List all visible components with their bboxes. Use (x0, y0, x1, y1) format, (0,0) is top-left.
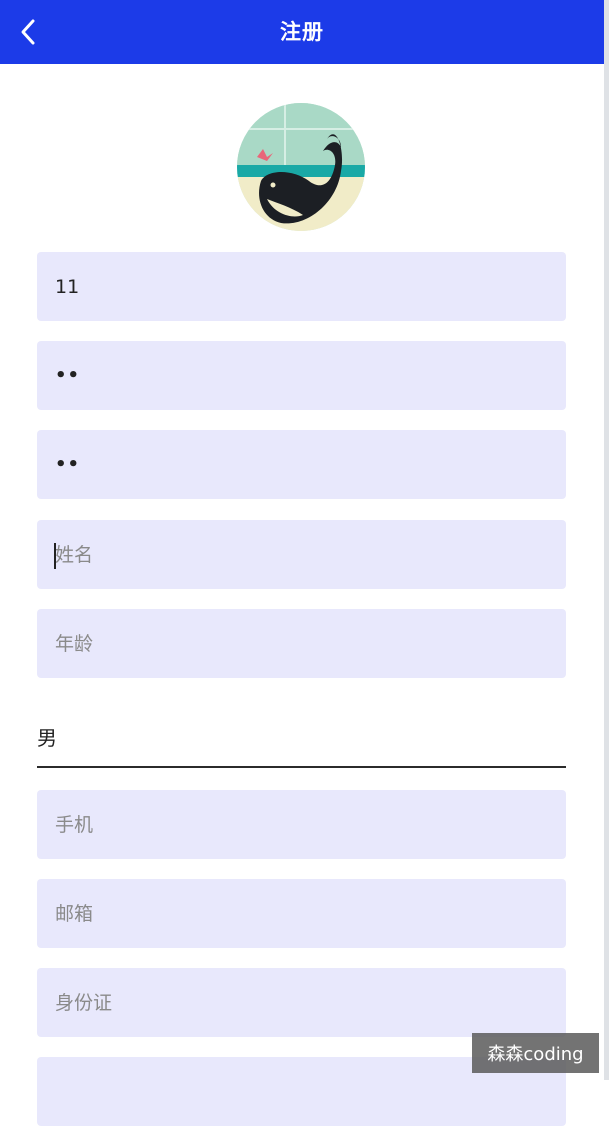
confirm-password-field[interactable] (37, 430, 566, 499)
username-field[interactable] (37, 252, 566, 321)
window-edge (604, 0, 609, 1080)
gender-value: 男 (37, 725, 57, 750)
phone-field[interactable] (37, 790, 566, 859)
page-title: 注册 (280, 20, 324, 44)
avatar[interactable] (237, 103, 365, 231)
text-cursor (54, 543, 56, 569)
watermark: 森森coding (472, 1033, 599, 1073)
email-field[interactable] (37, 879, 566, 948)
password-field[interactable] (37, 341, 566, 410)
name-field[interactable] (37, 520, 566, 589)
age-field[interactable] (37, 609, 566, 678)
top-navigation-bar: 注册 (0, 0, 604, 64)
id-card-field[interactable] (37, 968, 566, 1037)
gender-select[interactable]: 男 (37, 706, 566, 768)
whale-avatar-icon (237, 103, 365, 231)
